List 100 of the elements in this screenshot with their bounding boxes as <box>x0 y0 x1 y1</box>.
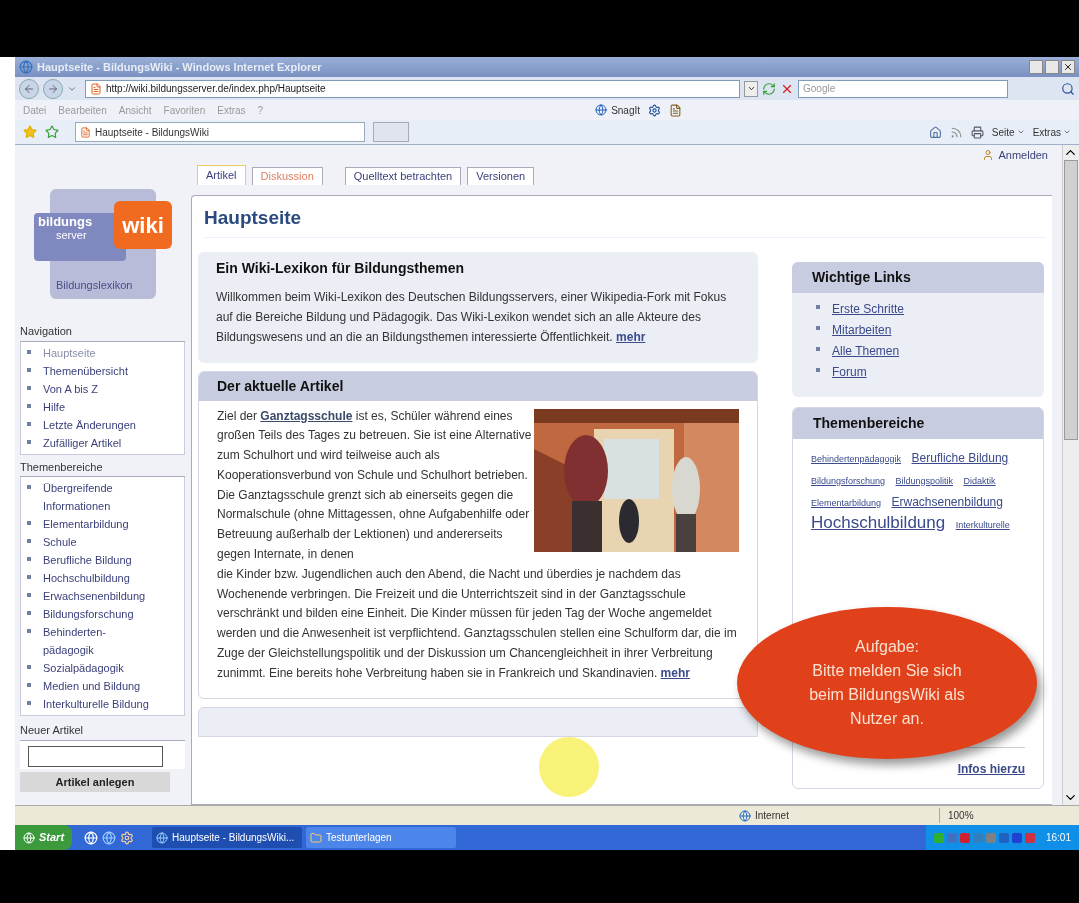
box-heading: Ein Wiki-Lexikon für Bildungsthemen <box>216 258 465 278</box>
caret-icon <box>1016 128 1025 136</box>
logo-text: bildungs <box>38 215 93 229</box>
topic-tag[interactable]: Bildungspolitik <box>895 475 954 486</box>
topic-tag[interactable]: Bildungsforschung <box>811 475 886 486</box>
close-icon <box>1063 62 1073 72</box>
forward-button[interactable] <box>43 78 63 99</box>
forward-arrow-icon <box>47 82 59 95</box>
back-arrow-icon <box>23 82 35 95</box>
dropdown-button[interactable] <box>744 80 758 97</box>
topic-tag[interactable]: Behindertenpädagogik <box>811 453 902 464</box>
windows-icon <box>23 831 35 844</box>
page-icon <box>90 82 102 95</box>
create-article-button[interactable]: Artikel anlegen <box>20 771 170 792</box>
topic-tag[interactable]: Erwachsenenbildung <box>891 494 1003 509</box>
search-icon[interactable] <box>1061 81 1075 96</box>
tray-icon[interactable] <box>946 832 957 843</box>
login-link[interactable]: Anmelden <box>998 146 1048 164</box>
bullet-icon <box>27 367 31 372</box>
bullet-icon <box>27 611 31 615</box>
sidebar-link[interactable]: Themenübersicht <box>43 361 151 380</box>
favorites-icon[interactable] <box>23 125 37 139</box>
toolbar-menu-button[interactable]: Extras <box>1032 124 1071 140</box>
sidebar-link[interactable]: Sozialpädagogik <box>43 659 151 677</box>
sidebar-heading: Neuer Artikel <box>20 722 185 741</box>
topic-tag[interactable]: Elementarbildung <box>811 497 882 508</box>
sidebar-link[interactable]: Erwachsenenbildung <box>43 587 151 605</box>
topic-tag[interactable]: Hochschulbildung <box>811 512 946 532</box>
scrollbar[interactable] <box>1062 145 1079 805</box>
page-title: Hauptseite <box>204 204 1046 238</box>
sidebar-link[interactable]: Berufliche Bildung <box>43 551 151 569</box>
article-name-field[interactable] <box>28 746 163 767</box>
topic-tag[interactable]: Berufliche Bildung <box>911 450 1009 465</box>
new-tab-button[interactable] <box>373 122 409 142</box>
sidebar-link[interactable]: Hilfe <box>43 397 151 416</box>
topic-tag[interactable]: Didaktik <box>963 475 996 486</box>
box-heading: Der aktuelle Artikel <box>199 371 757 401</box>
important-link[interactable]: Alle Themen <box>832 340 900 362</box>
zone-icon <box>739 809 751 822</box>
article-link[interactable]: Ganztagsschule <box>260 408 353 423</box>
sidebar-link[interactable]: Elementarbildung <box>43 515 151 533</box>
page-tab[interactable]: Versionen <box>467 167 535 185</box>
important-link[interactable]: Erste Schritte <box>832 298 905 320</box>
tray-icon[interactable] <box>998 832 1009 843</box>
bullet-icon <box>27 539 31 543</box>
address-field[interactable]: http://wiki.bildungsserver.de/index.php/Hauptseite <box>85 79 740 98</box>
print-icon[interactable] <box>970 125 984 139</box>
back-button[interactable] <box>19 78 39 99</box>
logo-text: server <box>56 229 87 242</box>
sidebar-link[interactable]: Von A bis Z <box>43 379 151 398</box>
sidebar-link[interactable]: Medien und Bildung <box>43 677 151 695</box>
sidebar-link[interactable]: Zufälliger Artikel <box>43 433 151 452</box>
bullet-icon <box>27 683 31 687</box>
bullet-icon <box>27 385 31 390</box>
logo-caption: Bildungslexikon <box>56 278 133 293</box>
bullet-icon <box>27 665 31 669</box>
sidebar-link[interactable]: Bildungsforschung <box>43 605 151 623</box>
scroll-thumb[interactable] <box>1064 160 1078 440</box>
add-favorite-icon[interactable] <box>45 125 59 139</box>
browser-icon[interactable] <box>102 830 117 845</box>
zoom-control[interactable]: 100% <box>939 808 1059 823</box>
bullet-icon <box>27 521 31 525</box>
taskbar-button[interactable]: Testunterlagen <box>306 827 457 848</box>
page-tab[interactable]: Quelltext betrachten <box>344 167 462 185</box>
home-icon[interactable] <box>928 125 942 139</box>
intro-text: Willkommen beim Wiki-Lexikon des Deutschen Bildungsservers, einer Wikipedia-Fork mit Fokus auf die Bereiche Bildung und Pädagogik. Das Wiki-Lexikon wendet sich an alle Akteure des Bildungswesens und an die an Bildungsthemen interessierte Öffentlichkeit. mehr <box>216 288 728 346</box>
more-link[interactable]: mehr <box>660 665 690 680</box>
important-link[interactable]: Forum <box>832 361 867 383</box>
user-icon <box>982 149 995 161</box>
browser-icon <box>19 60 33 74</box>
sidebar-link[interactable]: Behinderten-pädagogik <box>43 623 151 659</box>
tray-icon[interactable] <box>959 832 970 843</box>
sidebar-link[interactable]: Letzte Änderungen <box>43 415 151 434</box>
folder-icon <box>310 831 323 844</box>
more-link[interactable]: mehr <box>616 329 646 344</box>
sidebar-link[interactable]: Hochschulbildung <box>43 569 151 587</box>
toolbar-menu-button[interactable]: Seite <box>991 124 1025 140</box>
logo-wiki: wiki <box>114 201 172 249</box>
minimize-button[interactable] <box>1029 60 1043 74</box>
tray-icon[interactable] <box>1011 832 1022 843</box>
bullet-icon <box>816 346 820 351</box>
browser-tab[interactable]: Hauptseite - BildungsWiki <box>75 122 365 142</box>
more-info-link[interactable]: Infos hierzu <box>957 761 1025 776</box>
snagit-button[interactable]: SnagIt <box>595 102 641 118</box>
sidebar-heading: Navigation <box>20 323 185 342</box>
box-heading: Themenbereiche <box>793 407 1043 439</box>
topic-tag[interactable]: Interkulturelle <box>955 519 1010 530</box>
page-tab[interactable]: Artikel <box>197 165 246 185</box>
sidebar-link[interactable]: Schule <box>43 533 151 551</box>
bullet-icon <box>27 629 31 633</box>
search-field[interactable]: Google <box>798 79 1008 98</box>
sidebar-link[interactable]: Übergreifende Informationen <box>43 479 151 515</box>
sidebar-link[interactable]: Interkulturelle Bildung <box>43 695 151 713</box>
close-button[interactable] <box>1061 60 1075 74</box>
start-button[interactable]: Start <box>15 825 73 850</box>
feed-icon[interactable] <box>949 125 963 139</box>
tray-icon[interactable] <box>1024 832 1035 843</box>
important-link[interactable]: Mitarbeiten <box>832 319 892 341</box>
refresh-icon[interactable] <box>762 81 776 96</box>
taskbar-button[interactable]: Hauptseite - BildungsWiki... <box>152 827 303 848</box>
